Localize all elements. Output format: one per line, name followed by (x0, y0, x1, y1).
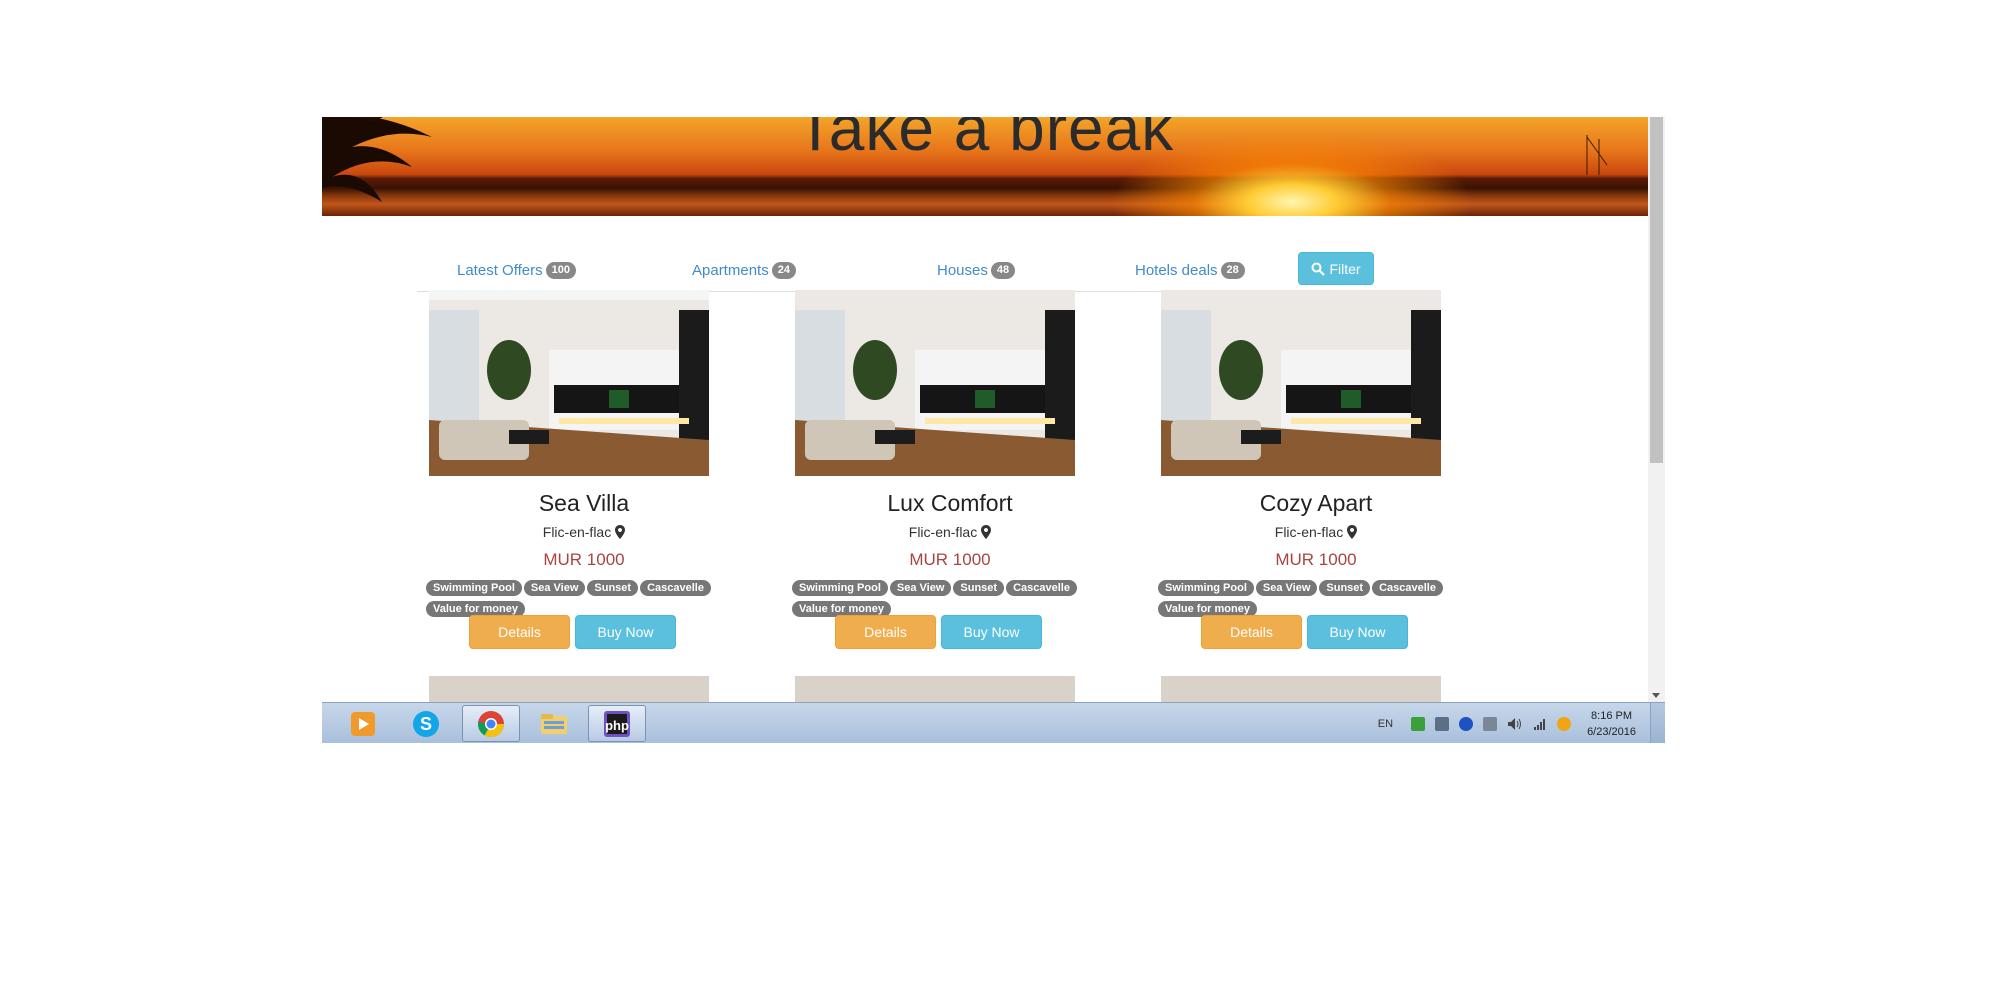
listing-price: MUR 1000 (909, 550, 991, 569)
card-actions: Details Buy Now (835, 615, 1042, 649)
windows-taskbar: S php EN 8:16 PM 6/23/2016 (322, 702, 1665, 743)
tag-list: Swimming Pool Sea View Sunset CascavelleVal… (1158, 577, 1478, 619)
phpstorm-button[interactable]: php (588, 705, 646, 742)
clock-date: 6/23/2016 (1587, 725, 1636, 738)
tab-label: Latest Offers (457, 262, 543, 279)
listing-photo-partial[interactable] (795, 676, 1075, 702)
tag: Sunset (1319, 580, 1371, 596)
tag: Swimming Pool (1158, 580, 1254, 596)
tag: Cascavelle (1006, 580, 1077, 596)
listing-location: Flic-en-flac (785, 524, 1115, 540)
tab-hotels-deals[interactable]: Hotels deals 28 (1135, 262, 1245, 279)
file-explorer-icon (541, 713, 567, 734)
buy-now-button[interactable]: Buy Now (575, 615, 676, 649)
category-tabs: Latest Offers 100 Apartments 24 Houses 4… (417, 252, 1417, 292)
browser-window: Take a break Latest Offers 100 Apartment… (322, 117, 1665, 743)
listing-name[interactable]: Cozy Apart (1151, 490, 1481, 517)
tag-list: Swimming Pool Sea View Sunset CascavelleVal… (792, 577, 1112, 619)
card-actions: Details Buy Now (1201, 615, 1408, 649)
scroll-down-arrow-icon[interactable] (1652, 693, 1660, 698)
location-text: Flic-en-flac (908, 524, 978, 540)
listing-photo-partial[interactable] (429, 676, 709, 702)
volume-icon[interactable] (1507, 717, 1523, 731)
tab-label: Houses (937, 262, 988, 279)
buy-now-button[interactable]: Buy Now (941, 615, 1042, 649)
search-icon (1311, 262, 1326, 276)
details-button[interactable]: Details (835, 615, 936, 649)
tag-list: Swimming Pool Sea View Sunset CascavelleVal… (426, 577, 746, 619)
clock[interactable]: 8:16 PM 6/23/2016 (1587, 708, 1636, 740)
map-marker-icon (615, 525, 626, 539)
count-badge: 28 (1220, 262, 1245, 279)
clock-time: 8:16 PM (1591, 709, 1633, 722)
tag: Swimming Pool (792, 580, 888, 596)
tag: Cascavelle (1372, 580, 1443, 596)
chrome-icon (477, 710, 505, 737)
language-indicator[interactable]: EN (1378, 718, 1393, 730)
tray-app-icon[interactable] (1411, 716, 1426, 731)
tag: Sunset (587, 580, 639, 596)
count-badge: 48 (990, 262, 1016, 279)
details-button[interactable]: Details (469, 615, 570, 649)
tag: Sea View (523, 580, 586, 596)
tag: Swimming Pool (426, 580, 522, 596)
listing-name[interactable]: Lux Comfort (785, 490, 1115, 517)
location-text: Flic-en-flac (542, 524, 612, 540)
media-player-button[interactable] (334, 705, 392, 742)
network-signal-icon[interactable] (1533, 717, 1547, 731)
tab-label: Apartments (692, 262, 769, 279)
page-viewport: Take a break Latest Offers 100 Apartment… (322, 117, 1648, 702)
tray-update-icon[interactable] (1557, 716, 1572, 731)
bluetooth-icon[interactable] (1459, 716, 1474, 731)
listing-name[interactable]: Sea Villa (419, 490, 749, 517)
scrollbar-thumb[interactable] (1650, 117, 1663, 463)
chrome-button[interactable] (462, 705, 520, 742)
phpstorm-icon: php (604, 710, 630, 737)
tab-apartments[interactable]: Apartments 24 (692, 262, 796, 279)
tray-monitor-icon[interactable] (1435, 716, 1450, 731)
skype-icon: S (413, 710, 439, 737)
tab-label: Hotels deals (1135, 262, 1218, 279)
tag: Sea View (889, 580, 952, 596)
living-room-image (429, 290, 709, 476)
details-button[interactable]: Details (1201, 615, 1302, 649)
location-text: Flic-en-flac (1274, 524, 1344, 540)
count-badge: 100 (545, 262, 576, 279)
tab-latest-offers[interactable]: Latest Offers 100 (457, 262, 576, 279)
show-desktop-button[interactable] (1650, 703, 1665, 743)
listing-price: MUR 1000 (1275, 550, 1357, 569)
listing-photo-partial[interactable] (1161, 676, 1441, 702)
svg-text:php: php (605, 718, 629, 733)
system-tray: EN 8:16 PM 6/23/2016 (1378, 703, 1665, 743)
svg-text:S: S (420, 714, 432, 734)
count-badge: 24 (771, 262, 796, 279)
vertical-scrollbar[interactable] (1648, 117, 1665, 702)
skype-button[interactable]: S (397, 705, 455, 742)
living-room-image (795, 290, 1075, 476)
map-marker-icon (1347, 525, 1358, 539)
filter-button[interactable]: Filter (1298, 252, 1374, 285)
hero-banner: Take a break (322, 117, 1648, 216)
tag: Sunset (953, 580, 1005, 596)
listing-photo[interactable] (795, 290, 1075, 476)
listing-location: Flic-en-flac (1151, 524, 1481, 540)
windows-media-player-icon (351, 711, 375, 736)
buy-now-button[interactable]: Buy Now (1307, 615, 1408, 649)
listing-price: MUR 1000 (543, 550, 625, 569)
file-explorer-button[interactable] (525, 705, 583, 742)
tag: Cascavelle (640, 580, 711, 596)
sailboat-silhouette (1586, 135, 1608, 175)
listing-location: Flic-en-flac (419, 524, 749, 540)
filter-label: Filter (1329, 260, 1361, 277)
listing-photo[interactable] (429, 290, 709, 476)
tray-device-icon[interactable] (1483, 716, 1498, 731)
listing-photo[interactable] (1161, 290, 1441, 476)
card-actions: Details Buy Now (469, 615, 676, 649)
living-room-image (1161, 290, 1441, 476)
map-marker-icon (981, 525, 992, 539)
hero-title: Take a break (795, 117, 1175, 164)
tab-houses[interactable]: Houses 48 (937, 262, 1016, 279)
tag: Sea View (1255, 580, 1318, 596)
